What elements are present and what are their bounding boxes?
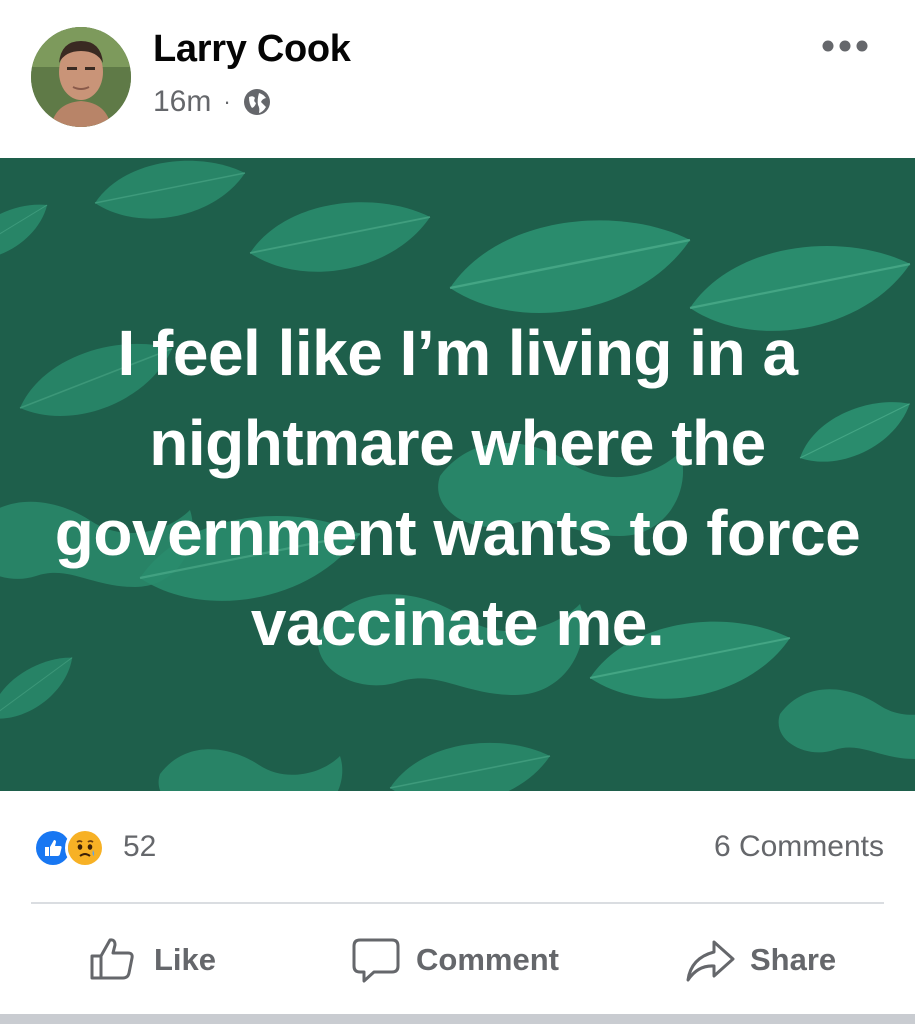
share-arrow-icon xyxy=(684,934,736,986)
share-label: Share xyxy=(750,942,837,977)
more-options-button[interactable] xyxy=(815,28,875,64)
like-button[interactable]: Like xyxy=(88,930,216,990)
reaction-icons[interactable] xyxy=(33,828,105,868)
feed-separator xyxy=(0,1014,915,1024)
post-meta: 16m · xyxy=(153,84,273,120)
comments-count[interactable]: 6 Comments xyxy=(714,830,884,864)
author-name[interactable]: Larry Cook xyxy=(153,28,351,71)
post-text: I feel like I’m living in a nightmare wh… xyxy=(54,317,861,659)
avatar[interactable] xyxy=(31,27,131,127)
comment-button[interactable]: Comment xyxy=(350,930,559,990)
comment-label: Comment xyxy=(416,942,559,977)
comment-bubble-icon xyxy=(350,934,402,986)
sad-reaction-icon xyxy=(65,828,105,868)
globe-icon xyxy=(241,86,273,118)
meta-separator: · xyxy=(223,89,231,114)
reaction-count[interactable]: 52 xyxy=(123,830,156,864)
avatar-photo xyxy=(31,27,131,127)
thumbs-up-icon xyxy=(88,934,140,986)
share-button[interactable]: Share xyxy=(684,930,836,990)
post-header xyxy=(0,0,915,158)
like-label: Like xyxy=(154,942,217,977)
more-horizontal-icon xyxy=(822,40,868,52)
post-timestamp[interactable]: 16m xyxy=(153,85,211,119)
post-background-card: I feel like I’m living in a nightmare wh… xyxy=(0,158,915,791)
